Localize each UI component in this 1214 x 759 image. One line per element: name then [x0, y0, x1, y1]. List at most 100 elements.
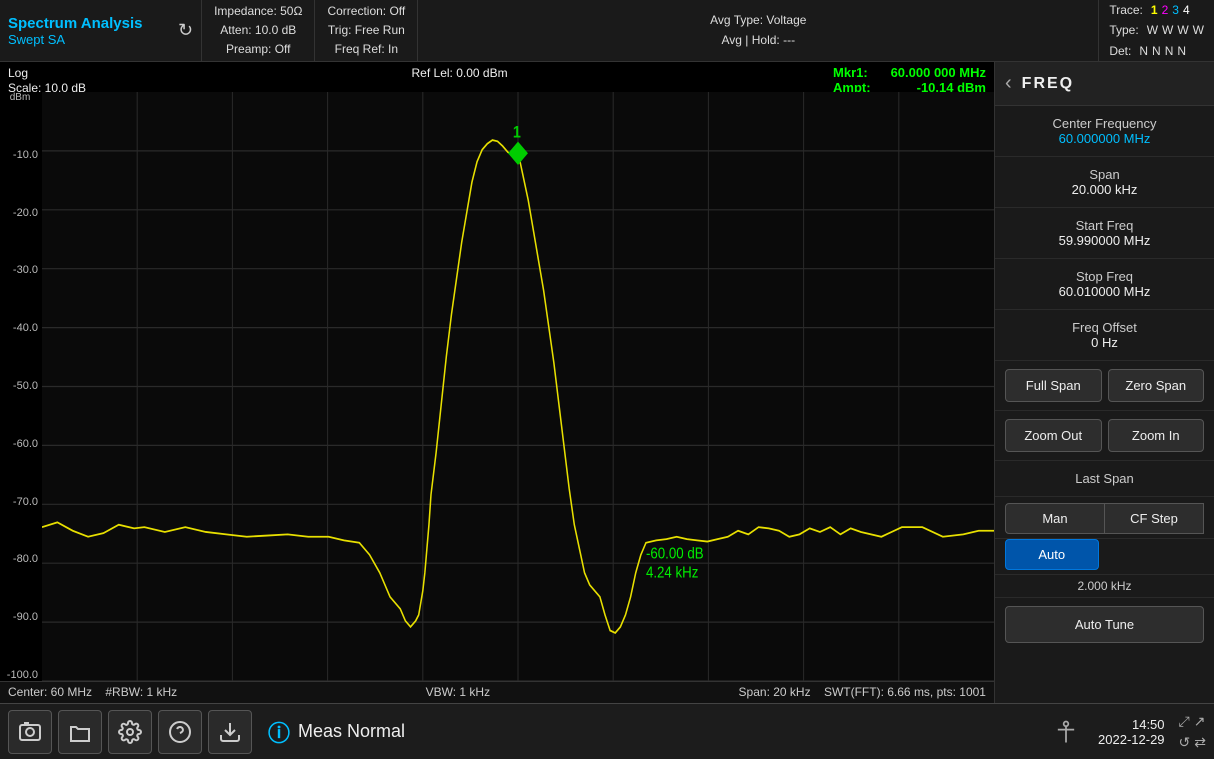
back-arrow-icon[interactable]: ‹: [1005, 72, 1012, 95]
rotate-icon: ↺: [1179, 734, 1191, 751]
footer-icons-right: ⤢ ↗ ↺ ⇄: [1179, 713, 1206, 751]
span-value: 20.000 kHz: [1072, 182, 1138, 197]
chart-info-bar: Log Scale: 10.0 dB Ref Lel: 0.00 dBm Mkr…: [0, 62, 994, 92]
y-label-3: -30.0: [2, 264, 38, 276]
det2: N: [1152, 41, 1161, 61]
ref-level: Ref Lel: 0.00 dBm: [412, 66, 508, 80]
cf-step-value-row: 2.000 kHz: [995, 575, 1214, 598]
footer-datetime: 14:50 2022-12-29: [1098, 717, 1165, 747]
span-status: Span: 20 kHz: [739, 685, 811, 699]
impedance-label: Impedance: 50Ω: [214, 2, 302, 21]
man-button[interactable]: Man: [1005, 503, 1105, 534]
atten-label: Atten: 10.0 dB: [220, 21, 296, 40]
trace-section: Trace: 1 2 3 4 Type: W W W W Det: N N N …: [1098, 0, 1214, 61]
svg-text:1: 1: [513, 124, 521, 142]
help-button[interactable]: [158, 710, 202, 754]
last-span-item[interactable]: Last Span: [995, 461, 1214, 497]
auto-button[interactable]: Auto: [1005, 539, 1099, 570]
trace-num2: 2: [1162, 0, 1169, 20]
marker-freq: 60.000 000 MHz: [891, 65, 986, 80]
type3: W: [1177, 20, 1188, 40]
footer-icon-row2: ↺ ⇄: [1179, 734, 1206, 751]
status-center: VBW: 1 kHz: [426, 685, 490, 700]
start-freq-item[interactable]: Start Freq 59.990000 MHz: [995, 208, 1214, 259]
zoom-in-button[interactable]: Zoom In: [1108, 419, 1205, 452]
y-label-1: -10.0: [2, 149, 38, 161]
chart-svg: 1 -60.00 dB 4.24 kHz: [42, 92, 994, 681]
chart-area: Log Scale: 10.0 dB Ref Lel: 0.00 dBm Mkr…: [0, 62, 994, 703]
correction-label: Correction: Off: [327, 2, 405, 21]
footer: ⓘ Meas Normal 14:50 2022-12-29 ⤢ ↗ ↺ ⇄: [0, 703, 1214, 759]
log-scale-info: Log Scale: 10.0 dB: [8, 65, 86, 95]
app-header: Spectrum Analysis Swept SA ↻ Impedance: …: [0, 0, 1214, 62]
cf-step-item[interactable]: CF Step: [1105, 503, 1204, 534]
trig-label: Trig: Free Run: [328, 21, 405, 40]
header-params-impedance: Impedance: 50Ω Atten: 10.0 dB Preamp: Of…: [201, 0, 314, 61]
avg-type-label: Avg Type: Voltage: [710, 11, 806, 30]
footer-icon-row1: ⤢ ↗: [1179, 713, 1206, 730]
freq-offset-item[interactable]: Freq Offset 0 Hz: [995, 310, 1214, 361]
span-btn-row: Full Span Zero Span: [995, 361, 1214, 411]
footer-time-value: 14:50: [1098, 717, 1165, 732]
det4: N: [1177, 41, 1186, 61]
header-params-avg: Avg Type: Voltage Avg | Hold: ---: [417, 0, 1098, 61]
footer-date-value: 2022-12-29: [1098, 732, 1165, 747]
cf-step-label: CF Step: [1130, 511, 1178, 526]
sweep-icon: ↻: [170, 0, 201, 61]
panel-title: FREQ: [1022, 75, 1074, 93]
det1: N: [1139, 41, 1148, 61]
y-label-4: -40.0: [2, 322, 38, 334]
start-freq-label: Start Freq: [1076, 218, 1134, 233]
app-title-line2: Swept SA: [8, 32, 162, 47]
marker-label: Mkr1:: [833, 65, 871, 80]
zero-span-button[interactable]: Zero Span: [1108, 369, 1205, 402]
y-label-2: -20.0: [2, 207, 38, 219]
marker-labels: Mkr1: Ampt:: [833, 65, 871, 95]
download-button[interactable]: [208, 710, 252, 754]
folder-button[interactable]: [58, 710, 102, 754]
y-label-10: -100.0: [2, 669, 38, 681]
center-freq-value: 60.000000 MHz: [1059, 131, 1151, 146]
app-title-line1: Spectrum Analysis: [8, 15, 162, 32]
status-right: Span: 20 kHz SWT(FFT): 6.66 ms, pts: 100…: [739, 685, 986, 700]
stop-freq-item[interactable]: Stop Freq 60.010000 MHz: [995, 259, 1214, 310]
settings-button[interactable]: [108, 710, 152, 754]
y-label-6: -60.0: [2, 438, 38, 450]
chart-wrapper: dBm -10.0 -20.0 -30.0 -40.0 -50.0 -60.0 …: [0, 92, 994, 681]
y-label-7: -70.0: [2, 496, 38, 508]
center-freq-item[interactable]: Center Frequency 60.000000 MHz: [995, 106, 1214, 157]
ref-level-info: Ref Lel: 0.00 dBm: [412, 65, 508, 80]
stop-freq-value: 60.010000 MHz: [1059, 284, 1151, 299]
auto-tune-button[interactable]: Auto Tune: [1005, 606, 1204, 643]
swap-icon: ⇄: [1194, 734, 1206, 751]
svg-text:-60.00 dB: -60.00 dB: [646, 545, 704, 562]
y-axis: dBm -10.0 -20.0 -30.0 -40.0 -50.0 -60.0 …: [0, 92, 42, 681]
app-title: Spectrum Analysis Swept SA: [0, 0, 170, 61]
det-row: Det: N N N N: [1109, 41, 1204, 61]
dbm-label: dBm: [2, 92, 38, 103]
avg-hold-label: Avg | Hold: ---: [722, 31, 796, 50]
span-item[interactable]: Span 20.000 kHz: [995, 157, 1214, 208]
meas-normal-label: Meas Normal: [298, 721, 405, 742]
zoom-out-button[interactable]: Zoom Out: [1005, 419, 1102, 452]
y-label-9: -90.0: [2, 611, 38, 623]
freq-ref-label: Freq Ref: In: [335, 40, 398, 59]
vbw-status: VBW: 1 kHz: [426, 685, 490, 699]
zoom-btn-row: Zoom Out Zoom In: [995, 411, 1214, 461]
trace-num3: 3: [1172, 0, 1179, 20]
rbw-status: #RBW: 1 kHz: [105, 685, 177, 699]
type-label: Type:: [1109, 20, 1138, 40]
full-span-button[interactable]: Full Span: [1005, 369, 1102, 402]
auto-row: Auto: [995, 539, 1214, 575]
freq-offset-label: Freq Offset: [1072, 320, 1137, 335]
right-panel: ‹ FREQ Center Frequency 60.000000 MHz Sp…: [994, 62, 1214, 703]
screenshot-button[interactable]: [8, 710, 52, 754]
stop-freq-label: Stop Freq: [1076, 269, 1133, 284]
span-label: Span: [1089, 167, 1119, 182]
log-label: Log: [8, 66, 28, 80]
svg-text:4.24 kHz: 4.24 kHz: [646, 565, 698, 582]
last-span-label: Last Span: [1075, 471, 1134, 486]
marker-values: 60.000 000 MHz -10.14 dBm: [891, 65, 986, 95]
trace-row: Trace: 1 2 3 4: [1109, 0, 1204, 20]
footer-info: ⓘ Meas Normal: [268, 716, 1034, 748]
